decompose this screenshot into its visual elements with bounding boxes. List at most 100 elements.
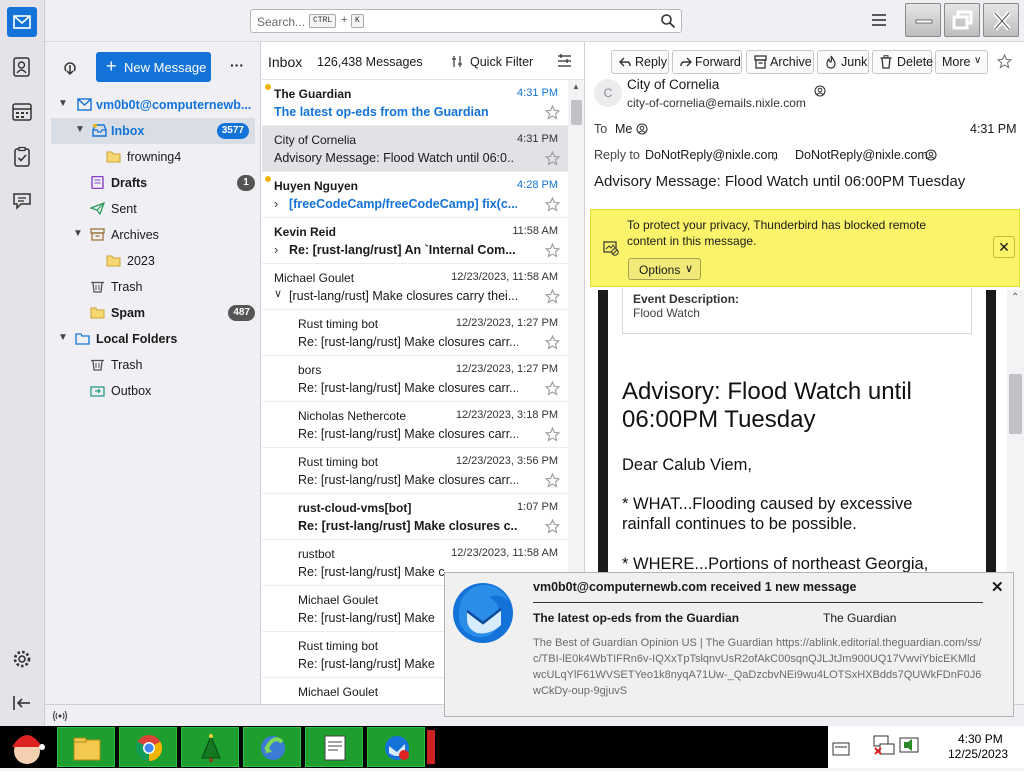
app-menu-icon[interactable] xyxy=(870,12,888,28)
get-messages-icon[interactable] xyxy=(61,58,79,76)
more-button[interactable]: More ∨ xyxy=(935,50,988,74)
folder-spam[interactable]: Spam 487 xyxy=(45,300,261,326)
sender-name[interactable]: City of Cornelia xyxy=(627,77,719,92)
message-sender: Rust timing bot xyxy=(298,317,379,331)
reply-button[interactable]: Reply xyxy=(611,50,669,74)
address-book-icon[interactable] xyxy=(11,56,33,78)
contact-icon[interactable] xyxy=(925,149,937,161)
folder-sent[interactable]: Sent xyxy=(45,196,261,222)
delete-button[interactable]: Delete xyxy=(872,50,933,74)
reply-to-address[interactable]: DoNotReply@nixle.com xyxy=(795,148,928,162)
message-row[interactable]: Rust timing bot 12/23/2023, 3:56 PM Re: … xyxy=(262,448,568,494)
notice-options-button[interactable]: Options ∨ xyxy=(628,258,701,280)
star-icon[interactable] xyxy=(545,243,560,258)
message-row[interactable]: bors 12/23/2023, 1:27 PM Re: [rust-lang/… xyxy=(262,356,568,402)
volume-icon[interactable] xyxy=(898,732,922,760)
message-row[interactable]: Nicholas Nethercote 12/23/2023, 3:18 PM … xyxy=(262,402,568,448)
star-icon[interactable] xyxy=(545,197,560,212)
message-row[interactable]: Kevin Reid 11:58 AM › Re: [rust-lang/rus… xyxy=(262,218,568,264)
taskbar-chrome[interactable] xyxy=(119,727,177,767)
folder-inbox[interactable]: ▼ Inbox 3577 xyxy=(51,118,255,144)
to-recipient[interactable]: Me xyxy=(615,122,632,136)
message-row[interactable]: The Guardian 4:31 PM The latest op-eds f… xyxy=(262,80,568,126)
star-icon[interactable] xyxy=(545,519,560,534)
clock-time[interactable]: 4:30 PM xyxy=(958,732,1003,746)
star-icon[interactable] xyxy=(997,54,1012,69)
taskbar-active-indicator xyxy=(427,730,435,764)
new-mail-notification[interactable]: vm0b0t@computernewb.com received 1 new m… xyxy=(444,572,1014,717)
search-icon[interactable] xyxy=(660,13,676,29)
star-icon[interactable] xyxy=(545,151,560,166)
scrollbar-thumb[interactable] xyxy=(1009,374,1022,434)
new-message-button[interactable]: + New Message xyxy=(96,52,211,82)
contact-icon[interactable] xyxy=(636,123,648,135)
star-icon[interactable] xyxy=(545,381,560,396)
network-icon[interactable] xyxy=(872,732,896,760)
chat-icon[interactable] xyxy=(11,190,33,212)
forward-button[interactable]: Forward xyxy=(672,50,742,74)
global-search-input[interactable]: Search... CTRL + K xyxy=(250,9,682,33)
folder-pane-menu-icon[interactable]: ··· xyxy=(230,57,244,73)
message-row-selected[interactable]: City of Cornelia 4:31 PM Advisory Messag… xyxy=(262,126,568,172)
message-sender: Kevin Reid xyxy=(274,225,337,239)
close-window-button[interactable] xyxy=(983,3,1019,37)
minimize-button[interactable] xyxy=(905,3,941,37)
thread-collapsed-icon[interactable]: › xyxy=(274,242,278,257)
restore-button[interactable] xyxy=(944,3,980,37)
scroll-up-arrow-icon[interactable]: ⌃ xyxy=(1011,292,1019,303)
thread-expanded-icon[interactable]: ∨ xyxy=(274,287,282,300)
sender-email[interactable]: city-of-cornelia@emails.nixle.com xyxy=(627,96,806,110)
star-icon[interactable] xyxy=(545,335,560,350)
star-icon[interactable] xyxy=(545,427,560,442)
folder-outbox[interactable]: Outbox xyxy=(45,378,261,404)
tray-app-icon[interactable] xyxy=(832,740,850,758)
notice-close-button[interactable]: ✕ xyxy=(993,236,1015,258)
online-status-icon[interactable] xyxy=(52,710,68,722)
account-row[interactable]: ▼ vm0b0t@computernewb... xyxy=(45,92,261,118)
local-folders-row[interactable]: ▼ Local Folders xyxy=(45,326,261,352)
archive-button[interactable]: Archive xyxy=(746,50,814,74)
folder-archives[interactable]: ▼ Archives xyxy=(45,222,261,248)
folder-2023[interactable]: 2023 xyxy=(45,248,261,274)
reply-icon xyxy=(619,57,631,67)
star-icon[interactable] xyxy=(545,289,560,304)
scrollbar-thumb[interactable] xyxy=(571,100,582,125)
star-icon[interactable] xyxy=(545,105,560,120)
taskbar-text-editor[interactable] xyxy=(305,727,363,767)
folder-local-trash[interactable]: Trash xyxy=(45,352,261,378)
chevron-down-icon[interactable]: ▼ xyxy=(75,124,85,135)
taskbar-download-manager[interactable] xyxy=(243,727,301,767)
message-sender: Michael Goulet xyxy=(298,685,379,699)
taskbar-file-manager[interactable] xyxy=(57,727,115,767)
chevron-down-icon[interactable]: ▼ xyxy=(73,228,83,239)
taskbar-tree-app[interactable] xyxy=(181,727,239,767)
contact-icon[interactable] xyxy=(814,85,826,97)
clock-date[interactable]: 12/25/2023 xyxy=(948,747,1008,761)
message-subject: Re: [rust-lang/rust] Make closures carr.… xyxy=(298,335,518,349)
taskbar-thunderbird[interactable] xyxy=(367,727,425,767)
settings-gear-icon[interactable] xyxy=(11,648,33,670)
reply-to-address[interactable]: DoNotReply@nixle.com xyxy=(645,148,778,162)
unread-count-badge: 1 xyxy=(237,175,255,191)
collapse-spaces-icon[interactable] xyxy=(11,692,33,714)
chevron-down-icon[interactable]: ▼ xyxy=(58,332,68,343)
message-row[interactable]: Rust timing bot 12/23/2023, 1:27 PM Re: … xyxy=(262,310,568,356)
list-options-icon[interactable] xyxy=(557,54,572,68)
tasks-icon[interactable] xyxy=(11,146,33,168)
folder-drafts[interactable]: Drafts 1 xyxy=(45,170,261,196)
thread-collapsed-icon[interactable]: › xyxy=(274,196,278,211)
folder-frowning4[interactable]: frowning4 xyxy=(45,144,261,170)
junk-button[interactable]: Junk xyxy=(817,50,869,74)
calendar-icon[interactable] xyxy=(11,101,33,123)
quick-filter-button[interactable]: Quick Filter xyxy=(470,55,533,69)
start-button-santa-icon[interactable] xyxy=(4,727,50,767)
mail-space-button[interactable] xyxy=(7,7,37,37)
message-row[interactable]: rust-cloud-vms[bot] 1:07 PM Re: [rust-la… xyxy=(262,494,568,540)
chevron-down-icon[interactable]: ▼ xyxy=(58,98,68,109)
notification-close-icon[interactable]: ✕ xyxy=(991,578,1004,596)
star-icon[interactable] xyxy=(545,473,560,488)
folder-trash[interactable]: Trash xyxy=(45,274,261,300)
message-row[interactable]: Michael Goulet 12/23/2023, 11:58 AM ∨ [r… xyxy=(262,264,568,310)
message-row[interactable]: Huyen Nguyen 4:28 PM › [freeCodeCamp/fre… xyxy=(262,172,568,218)
scroll-up-arrow-icon[interactable]: ▲ xyxy=(572,82,580,91)
